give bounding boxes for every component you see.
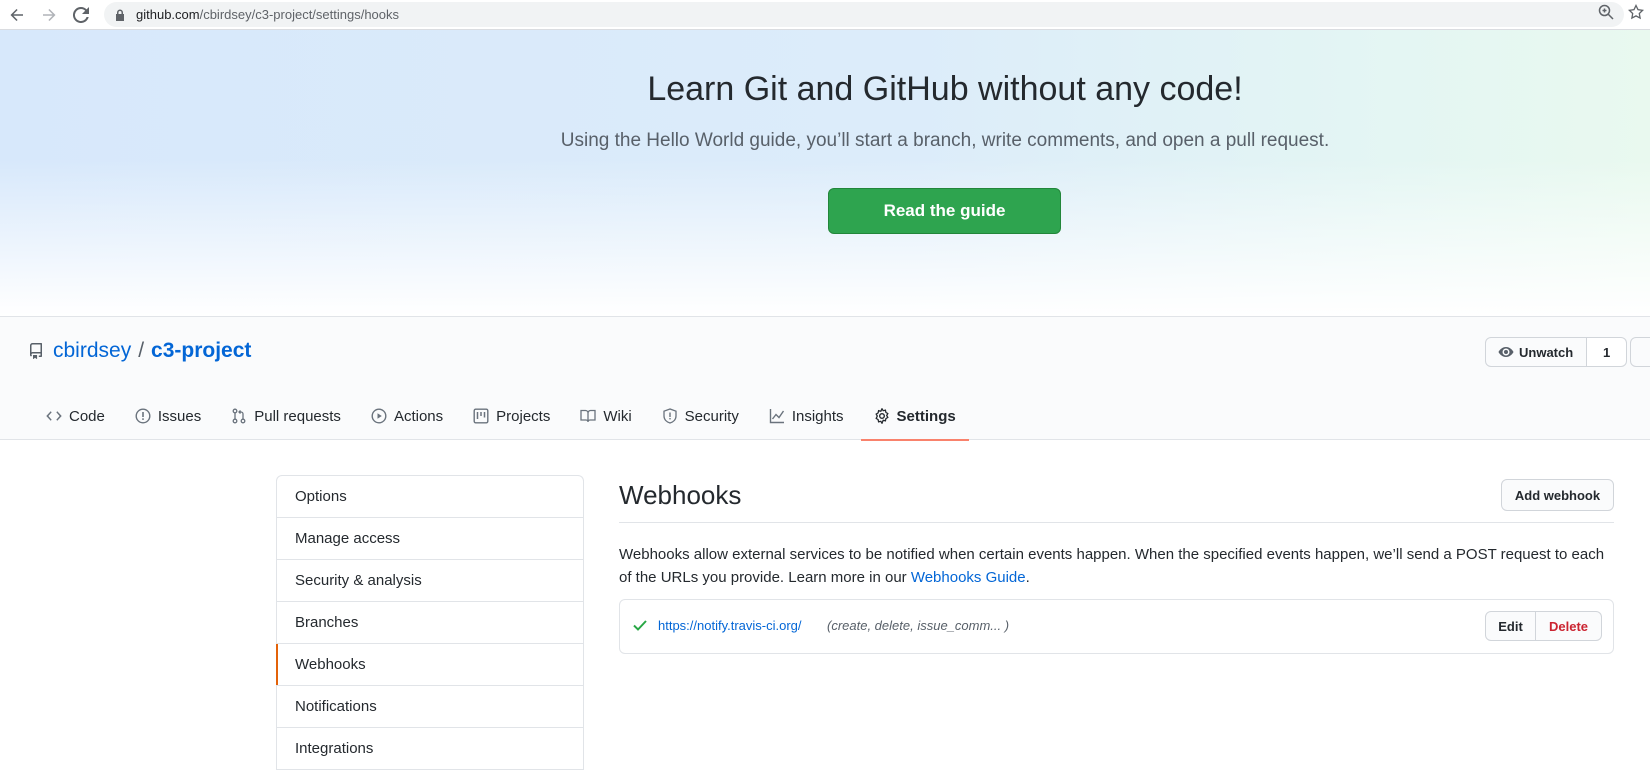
repo-separator: /	[138, 339, 145, 362]
hello-world-banner: Learn Git and GitHub without any code! U…	[0, 30, 1650, 316]
repo-owner-link[interactable]: cbirdsey	[53, 339, 131, 363]
graph-icon	[769, 409, 784, 424]
sidebar-item-options[interactable]: Options	[277, 476, 583, 518]
check-icon	[633, 620, 647, 631]
tab-label: Security	[684, 407, 739, 425]
sidebar-item-webhooks[interactable]: Webhooks	[276, 644, 583, 686]
tab-label: Issues	[157, 407, 202, 425]
shield-icon	[663, 408, 677, 424]
forward-arrow-icon[interactable]	[34, 3, 64, 27]
tab-label: Code	[69, 407, 105, 425]
tab-label: Wiki	[603, 407, 632, 425]
address-bar[interactable]: github.com/cbirdsey/c3-project/settings/…	[104, 2, 1624, 27]
tab-insights[interactable]: Insights	[756, 393, 857, 441]
banner-title: Learn Git and GitHub without any code!	[647, 70, 1243, 108]
description-text: Webhooks allow external services to be n…	[619, 546, 1605, 586]
sidebar-item-notifications[interactable]: Notifications	[277, 686, 583, 728]
back-arrow-icon[interactable]	[2, 3, 32, 27]
tab-code[interactable]: Code	[33, 393, 118, 441]
repo-header: cbirdsey / c3-project Unwatch 1 Code Iss…	[0, 316, 1650, 441]
code-icon	[46, 411, 62, 421]
webhook-actions: Edit Delete	[1485, 611, 1602, 641]
project-icon	[473, 408, 489, 424]
browser-toolbar: github.com/cbirdsey/c3-project/settings/…	[0, 0, 1650, 30]
settings-sidebar: Options Manage access Security & analysi…	[276, 475, 584, 770]
webhooks-description: Webhooks allow external services to be n…	[619, 543, 1619, 589]
read-guide-button[interactable]: Read the guide	[828, 188, 1061, 234]
add-webhook-button[interactable]: Add webhook	[1501, 479, 1614, 511]
url-host: github.com	[136, 7, 200, 22]
tab-wiki[interactable]: Wiki	[567, 393, 644, 441]
tab-pull-requests[interactable]: Pull requests	[218, 393, 354, 441]
tab-label: Settings	[896, 407, 956, 425]
edit-webhook-button[interactable]: Edit	[1485, 611, 1536, 641]
bookmark-star-icon[interactable]	[1628, 4, 1644, 20]
sidebar-item-branches[interactable]: Branches	[277, 602, 583, 644]
webhook-url-link[interactable]: https://notify.travis-ci.org/	[658, 618, 802, 633]
issue-icon	[135, 408, 151, 424]
repo-icon	[29, 343, 42, 359]
watch-control: Unwatch 1	[1485, 337, 1628, 367]
banner-subtitle: Using the Hello World guide, you’ll star…	[560, 130, 1330, 151]
divider	[619, 522, 1614, 523]
watch-count[interactable]: 1	[1587, 337, 1628, 367]
tab-label: Insights	[791, 407, 844, 425]
tab-label: Actions	[393, 407, 444, 425]
webhook-list-item: https://notify.travis-ci.org/ (create, d…	[619, 599, 1614, 654]
star-button[interactable]	[1630, 337, 1650, 367]
tab-projects[interactable]: Projects	[460, 393, 563, 441]
lock-icon	[116, 9, 124, 21]
tab-security[interactable]: Security	[649, 393, 752, 441]
pull-request-icon	[232, 408, 246, 424]
repo-title: cbirdsey / c3-project	[28, 339, 251, 363]
repo-name-link[interactable]: c3-project	[151, 339, 251, 363]
unwatch-label: Unwatch	[1519, 344, 1574, 360]
eye-icon	[1498, 347, 1514, 357]
book-icon	[580, 409, 596, 423]
sidebar-item-integrations[interactable]: Integrations	[277, 728, 583, 770]
url-path: /cbirdsey/c3-project/settings/hooks	[199, 7, 400, 22]
tab-settings[interactable]: Settings	[860, 393, 969, 441]
play-icon	[371, 408, 387, 424]
reload-icon[interactable]	[66, 3, 96, 27]
description-end: .	[1025, 569, 1030, 586]
tab-label: Pull requests	[254, 407, 341, 425]
zoom-icon[interactable]	[1598, 4, 1614, 20]
sidebar-item-manage-access[interactable]: Manage access	[277, 518, 583, 560]
delete-webhook-button[interactable]: Delete	[1536, 611, 1602, 641]
gear-icon	[874, 408, 889, 424]
webhooks-guide-link[interactable]: Webhooks Guide	[911, 569, 1026, 586]
tab-actions[interactable]: Actions	[358, 393, 456, 441]
repo-nav-tabs: Code Issues Pull requests Actions Projec…	[33, 393, 973, 441]
tab-issues[interactable]: Issues	[122, 393, 214, 441]
unwatch-button[interactable]: Unwatch	[1485, 337, 1588, 367]
sidebar-item-security-analysis[interactable]: Security & analysis	[277, 560, 583, 602]
page-title: Webhooks	[619, 480, 742, 510]
webhook-events: (create, delete, issue_comm... )	[827, 618, 1010, 633]
tab-label: Projects	[496, 407, 551, 425]
